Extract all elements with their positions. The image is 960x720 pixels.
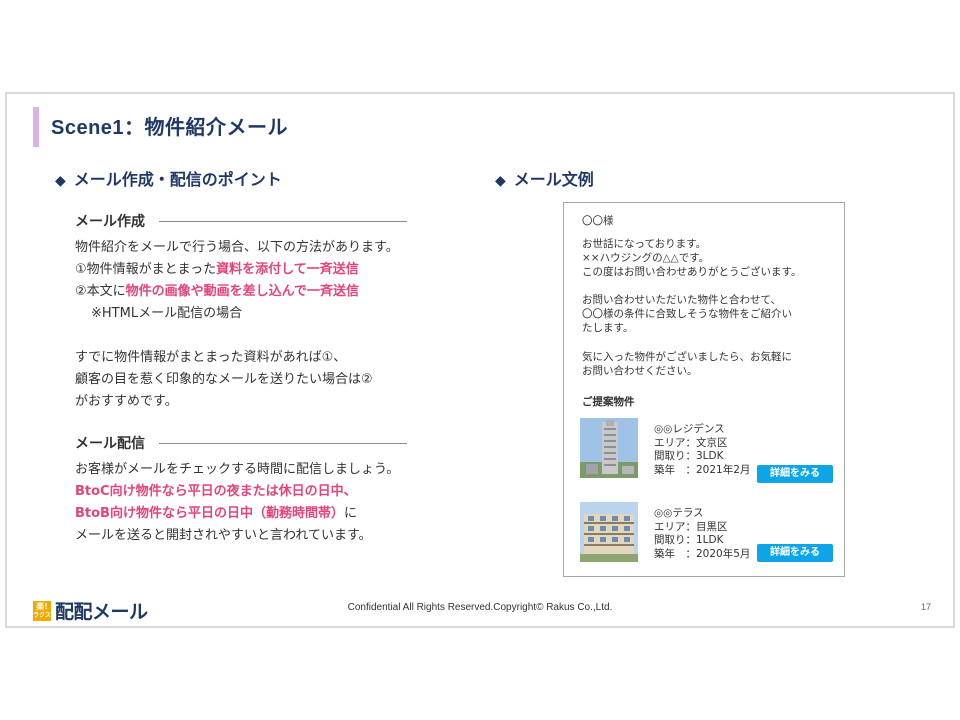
deliver-paragraph: お客様がメールをチェックする時間に配信しましょう。 BtoC向け物件なら平日の夜… [75, 462, 400, 543]
subheading-deliver: メール配信 [75, 433, 407, 453]
slide: Scene1：物件紹介メール ◆ メール作成・配信のポイント メール作成 物件紹介… [5, 92, 955, 628]
mail-paragraph-2: お問い合わせいただいた物件と合わせて、 〇〇様の条件に合致しそうな物件をご紹介いた… [582, 294, 792, 334]
diamond-icon: ◆ [495, 173, 506, 189]
subheading-create: メール作成 [75, 211, 407, 231]
property-photo-terrace [580, 502, 638, 562]
left-section-heading: ◆ メール作成・配信のポイント [55, 170, 282, 189]
property-2-detail-button[interactable]: 詳細をみる [757, 544, 833, 562]
copyright-text: Confidential All Rights Reserved.Copyrig… [347, 602, 613, 613]
page-number: 17 [920, 602, 931, 612]
mail-paragraph-1: お世話になっております。 ××ハウジングの△△です。 この度はお問い合わせありがとう… [582, 238, 802, 278]
property-photo-tower [580, 418, 638, 478]
divider [159, 442, 407, 444]
diamond-icon: ◆ [55, 173, 66, 189]
divider [159, 220, 407, 222]
proposal-heading: ご提案物件 [582, 396, 635, 408]
mail-paragraph-3: 気に入った物件がございましたら、お気軽に お問い合わせください。 [582, 351, 792, 377]
slide-title: Scene1：物件紹介メール [51, 117, 289, 139]
mail-sample: 〇〇様 お世話になっております。 ××ハウジングの△△です。 この度はお問い合わせあ… [563, 202, 845, 577]
create-paragraph: 物件紹介をメールで行う場合、以下の方法があります。 ①物件情報がまとまった資料を… [75, 240, 399, 409]
right-section-heading: ◆ メール文例 [495, 170, 594, 189]
property-1-info: ◎◎レジデンス エリア：文京区 間取り：3LDK 築年 ：2021年2月 [654, 423, 751, 476]
title-accent-bar [33, 107, 39, 147]
property-2-info: ◎◎テラス エリア：目黒区 間取り：1LDK 築年 ：2020年5月 [654, 507, 751, 560]
property-1-detail-button[interactable]: 詳細をみる [757, 465, 833, 483]
mail-salutation: 〇〇様 [582, 215, 614, 227]
